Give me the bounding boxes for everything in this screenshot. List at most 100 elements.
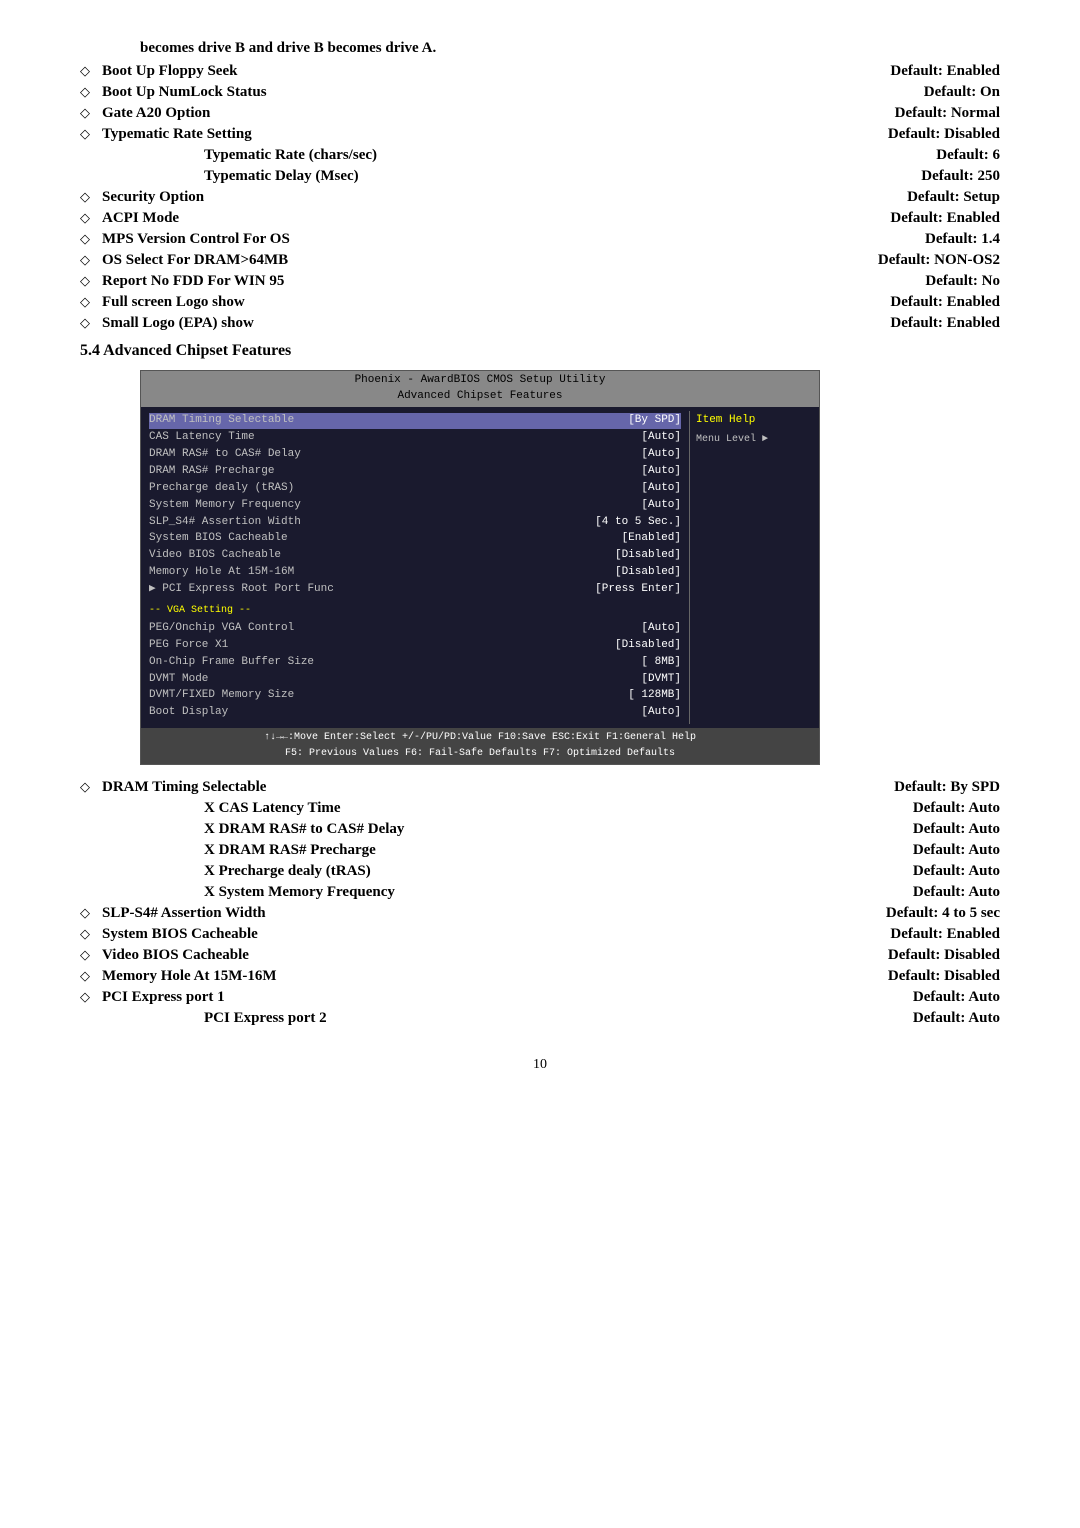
bottom-items-list: ◇ DRAM Timing Selectable Default: By SPD X … [80,779,1000,1027]
item-default: Default: 250 [921,168,1000,185]
item-row: ◇ MPS Version Control For OS Default: 1.4 [80,231,1000,248]
item-row: Typematic Delay (Msec) Default: 250 [80,168,1000,185]
item-label: Memory Hole At 15M-16M [102,968,277,985]
item-label: X DRAM RAS# to CAS# Delay [204,821,404,838]
item-default: Default: Auto [913,821,1000,838]
item-row: PCI Express port 2Default: Auto [80,1010,1000,1027]
item-default: Default: Auto [913,884,1000,901]
bios-row: Memory Hole At 15M-16M[Disabled] [149,565,681,581]
item-label: Typematic Rate Setting [102,126,252,143]
item-default: Default: Auto [913,842,1000,859]
item-label: Video BIOS Cacheable [102,947,249,964]
item-default: Default: 1.4 [925,231,1000,248]
diamond-icon: ◇ [80,947,90,963]
diamond-icon: ◇ [80,905,90,921]
item-row: Typematic Rate (chars/sec) Default: 6 [80,147,1000,164]
diamond-icon: ◇ [80,968,90,984]
item-label: PCI Express port 2 [204,1010,327,1027]
item-default: Default: Enabled [890,294,1000,311]
bios-row: PEG/Onchip VGA Control[Auto] [149,621,681,637]
bios-row: PEG Force X1[Disabled] [149,638,681,654]
bios-row: Precharge dealy (tRAS)[Auto] [149,481,681,497]
bios-footer: ↑↓→←:Move Enter:Select +/-/PU/PD:Value F… [141,728,819,764]
bios-row: System BIOS Cacheable[Enabled] [149,531,681,547]
item-label: Small Logo (EPA) show [102,315,254,332]
bios-row: Video BIOS Cacheable[Disabled] [149,548,681,564]
item-row: ◇ Report No FDD For WIN 95 Default: No [80,273,1000,290]
item-row: ◇ OS Select For DRAM>64MB Default: NON-OS2 [80,252,1000,269]
diamond-icon: ◇ [80,84,90,100]
item-row: ◇Small Logo (EPA) showDefault: Enabled [80,315,1000,332]
bios-row: DVMT Mode[DVMT] [149,672,681,688]
item-default: Default: Enabled [890,210,1000,227]
item-label: ACPI Mode [102,210,179,227]
item-label: Typematic Rate (chars/sec) [204,147,377,164]
item-row: ◇ Video BIOS Cacheable Default: Disabled [80,947,1000,964]
item-default: Default: No [925,273,1000,290]
item-default: Default: Enabled [890,926,1000,943]
item-row: ◇PCI Express port 1Default: Auto [80,989,1000,1006]
diamond-icon: ◇ [80,210,90,226]
item-default: Default: Auto [913,863,1000,880]
item-label: X DRAM RAS# Precharge [204,842,376,859]
item-row: ◇Full screen Logo showDefault: Enabled [80,294,1000,311]
diamond-icon: ◇ [80,252,90,268]
item-row: ◇ ACPI Mode Default: Enabled [80,210,1000,227]
item-row: ◇Gate A20 OptionDefault: Normal [80,105,1000,122]
diamond-icon: ◇ [80,989,90,1005]
bios-row: ▶ PCI Express Root Port Func[Press Enter… [149,582,681,598]
diamond-icon: ◇ [80,926,90,942]
item-row: ◇ Typematic Rate Setting Default: Disabled [80,126,1000,143]
item-label: System BIOS Cacheable [102,926,258,943]
diamond-icon: ◇ [80,189,90,205]
item-default: Default: By SPD [894,779,1000,796]
item-default: Default: Disabled [888,126,1000,143]
item-row: ◇ Security Option Default: Setup [80,189,1000,206]
item-label: Boot Up NumLock Status [102,84,267,101]
item-label: MPS Version Control For OS [102,231,290,248]
page-number: 10 [80,1057,1000,1073]
item-label: Gate A20 Option [102,105,210,122]
bios-row: DRAM RAS# to CAS# Delay[Auto] [149,447,681,463]
item-label: Report No FDD For WIN 95 [102,273,284,290]
item-label: X CAS Latency Time [204,800,341,817]
bios-row: DRAM RAS# Precharge[Auto] [149,464,681,480]
bios-row: DVMT/FIXED Memory Size[ 128MB] [149,688,681,704]
item-label: Full screen Logo show [102,294,245,311]
diamond-icon: ◇ [80,273,90,289]
bios-row: DRAM Timing Selectable[By SPD] [149,413,681,429]
diamond-icon: ◇ [80,315,90,331]
item-row: ◇SLP-S4# Assertion WidthDefault: 4 to 5 … [80,905,1000,922]
bios-title: Phoenix - AwardBIOS CMOS Setup Utility A… [141,371,819,407]
item-default: Default: NON-OS2 [878,252,1000,269]
item-default: Default: Setup [907,189,1000,206]
item-label: Typematic Delay (Msec) [204,168,359,185]
item-label: PCI Express port 1 [102,989,225,1006]
top-items-list: ◇Boot Up Floppy SeekDefault: Enabled◇Boo… [80,63,1000,332]
item-row: X CAS Latency TimeDefault: Auto [80,800,1000,817]
item-default: Default: Normal [895,105,1000,122]
item-row: X DRAM RAS# Precharge Default: Auto [80,842,1000,859]
item-label: OS Select For DRAM>64MB [102,252,288,269]
bios-row: Boot Display[Auto] [149,705,681,721]
section-heading: 5.4 Advanced Chipset Features [80,342,1000,360]
bios-screenshot: Phoenix - AwardBIOS CMOS Setup Utility A… [140,370,820,765]
item-label: DRAM Timing Selectable [102,779,266,796]
item-row: ◇DRAM Timing SelectableDefault: By SPD [80,779,1000,796]
bios-row: System Memory Frequency[Auto] [149,498,681,514]
intro-text: becomes drive B and drive B becomes driv… [140,40,1000,57]
item-default: Default: Disabled [888,968,1000,985]
bios-main-panel: DRAM Timing Selectable[By SPD]CAS Latenc… [141,411,689,724]
item-row: ◇ Memory Hole At 15M-16M Default: Disabled [80,968,1000,985]
item-default: Default: 6 [936,147,1000,164]
item-label: X System Memory Frequency [204,884,395,901]
diamond-icon: ◇ [80,126,90,142]
bios-row: SLP_S4# Assertion Width[4 to 5 Sec.] [149,515,681,531]
item-default: Default: Disabled [888,947,1000,964]
item-label: Security Option [102,189,204,206]
item-row: X DRAM RAS# to CAS# Delay Default: Auto [80,821,1000,838]
item-row: ◇ System BIOS Cacheable Default: Enabled [80,926,1000,943]
item-label: SLP-S4# Assertion Width [102,905,266,922]
item-label: X Precharge dealy (tRAS) [204,863,371,880]
diamond-icon: ◇ [80,231,90,247]
